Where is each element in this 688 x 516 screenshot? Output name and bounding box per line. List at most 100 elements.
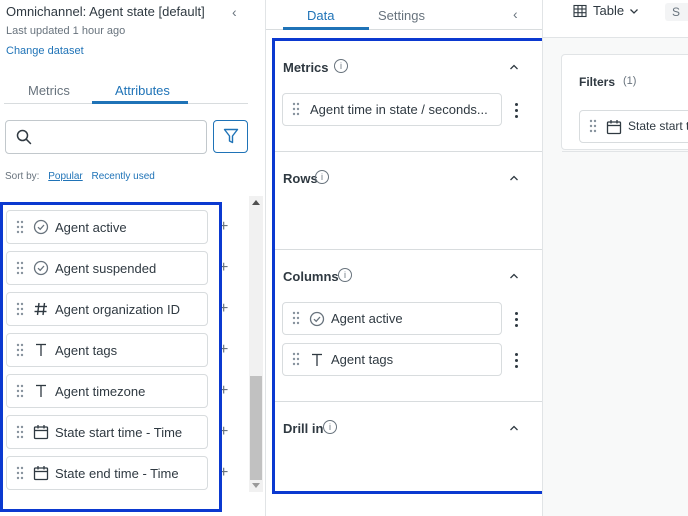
collapse-left-panel-icon[interactable]: ‹ [232, 4, 237, 20]
add-attribute-icon[interactable]: + [219, 342, 228, 358]
chevron-up-icon[interactable] [509, 271, 519, 281]
tab-metrics[interactable]: Metrics [28, 83, 70, 98]
attribute-item-agent-tags[interactable]: Agent tags [6, 333, 208, 367]
config-tabs: Data Settings ‹ [266, 0, 543, 30]
sort-by-label: Sort by: [5, 171, 40, 182]
collapse-config-panel-icon[interactable]: ‹ [513, 6, 518, 22]
more-options-icon[interactable] [515, 312, 519, 328]
chevron-up-icon[interactable] [509, 423, 519, 433]
search-input[interactable] [5, 120, 207, 154]
filters-divider [562, 151, 688, 152]
sort-option-popular[interactable]: Popular [48, 171, 82, 182]
active-tab-indicator [283, 27, 369, 30]
report-canvas-panel: Table S Filters (1) State start ti [542, 0, 688, 516]
drag-handle-icon[interactable] [292, 102, 300, 116]
drag-handle-icon[interactable] [16, 261, 24, 275]
metric-field-agent-time-in-state[interactable]: Agent time in state / seconds... [282, 93, 502, 126]
search-icon [16, 129, 32, 145]
active-tab-indicator [92, 101, 188, 104]
tab-data[interactable]: Data [307, 8, 334, 23]
text-type-icon [36, 343, 46, 356]
filters-title: Filters [579, 75, 616, 89]
attribute-list-scrollbar[interactable] [249, 196, 263, 492]
data-sections-highlight: Metrics i Agent time in state / seconds.… [272, 38, 545, 494]
chevron-down-icon[interactable] [629, 6, 639, 16]
attribute-list: Agent active + Agent suspended + Agent o… [0, 200, 265, 500]
check-circle-icon [33, 260, 49, 276]
data-config-panel: Data Settings ‹ Metrics i Agent time in … [265, 0, 545, 516]
filters-card: Filters (1) State start ti [561, 54, 688, 152]
drag-handle-icon[interactable] [292, 311, 300, 325]
drag-handle-icon[interactable] [292, 352, 300, 366]
toolbar-next-button[interactable]: S [665, 3, 688, 21]
attribute-item-agent-timezone[interactable]: Agent timezone [6, 374, 208, 408]
visualization-type-label[interactable]: Table [593, 3, 624, 18]
drill-in-section-title: Drill in [283, 421, 324, 436]
add-attribute-icon[interactable]: + [219, 424, 228, 440]
info-icon[interactable]: i [334, 59, 348, 73]
add-attribute-icon[interactable]: + [219, 465, 228, 481]
attribute-label: Agent tags [55, 343, 118, 358]
drag-handle-icon[interactable] [16, 425, 24, 439]
metrics-section-title: Metrics [283, 60, 329, 75]
field-label: Agent active [331, 311, 403, 326]
drag-handle-icon[interactable] [16, 302, 24, 316]
drag-handle-icon[interactable] [16, 466, 24, 480]
attribute-item-agent-organization-id[interactable]: Agent organization ID [6, 292, 208, 326]
calendar-icon [606, 120, 622, 135]
text-type-icon [36, 384, 46, 397]
check-circle-icon [33, 219, 49, 235]
drag-handle-icon[interactable] [589, 119, 597, 133]
chevron-up-icon[interactable] [509, 62, 519, 72]
last-updated-text: Last updated 1 hour ago [6, 25, 126, 37]
attribute-label: Agent active [55, 220, 127, 235]
attribute-item-state-end-time[interactable]: State end time - Time [6, 456, 208, 490]
attribute-label: Agent organization ID [55, 302, 181, 317]
filter-chip-state-start-time[interactable]: State start ti [579, 110, 688, 143]
scroll-down-arrow-icon[interactable] [252, 483, 260, 488]
add-attribute-icon[interactable]: + [219, 260, 228, 276]
hash-icon [34, 302, 47, 316]
dataset-title: Omnichannel: Agent state [default] [6, 4, 205, 19]
attribute-label: Agent suspended [55, 261, 157, 276]
info-icon[interactable]: i [338, 268, 352, 282]
info-icon[interactable]: i [323, 420, 337, 434]
add-attribute-icon[interactable]: + [219, 219, 228, 235]
drag-handle-icon[interactable] [16, 220, 24, 234]
table-icon [573, 4, 587, 18]
calendar-icon [33, 425, 49, 440]
columns-section-title: Columns [283, 269, 339, 284]
attribute-item-state-start-time[interactable]: State start time - Time [6, 415, 208, 449]
more-options-icon[interactable] [515, 353, 519, 369]
tab-attributes[interactable]: Attributes [115, 83, 170, 98]
change-dataset-link[interactable]: Change dataset [6, 45, 84, 57]
scroll-up-arrow-icon[interactable] [252, 200, 260, 205]
sort-option-recently-used[interactable]: Recently used [92, 171, 155, 182]
left-tabs: Metrics Attributes [4, 80, 248, 104]
add-attribute-icon[interactable]: + [219, 301, 228, 317]
filter-button[interactable] [213, 120, 248, 153]
filters-count: (1) [623, 75, 637, 87]
attribute-item-agent-suspended[interactable]: Agent suspended [6, 251, 208, 285]
chevron-up-icon[interactable] [509, 173, 519, 183]
drag-handle-icon[interactable] [16, 384, 24, 398]
field-label: Agent tags [331, 352, 394, 367]
filter-chip-label: State start ti [628, 119, 688, 133]
text-type-icon [312, 353, 322, 366]
drill-in-section: Drill in i [275, 402, 542, 491]
calendar-icon [33, 466, 49, 481]
column-field-agent-active[interactable]: Agent active [282, 302, 502, 335]
info-icon[interactable]: i [315, 170, 329, 184]
rows-section: Rows i [275, 152, 542, 250]
sort-by-row: Sort by: Popular Recently used [5, 171, 161, 182]
visualization-toolbar: Table S [543, 0, 688, 38]
scrollbar-thumb[interactable] [250, 376, 262, 480]
add-attribute-icon[interactable]: + [219, 383, 228, 399]
rows-section-title: Rows [283, 171, 318, 186]
attribute-item-agent-active[interactable]: Agent active [6, 210, 208, 244]
more-options-icon[interactable] [515, 103, 519, 119]
tab-settings[interactable]: Settings [378, 8, 425, 23]
column-field-agent-tags[interactable]: Agent tags [282, 343, 502, 376]
columns-section: Columns i Agent active Agent tags [275, 250, 542, 402]
drag-handle-icon[interactable] [16, 343, 24, 357]
